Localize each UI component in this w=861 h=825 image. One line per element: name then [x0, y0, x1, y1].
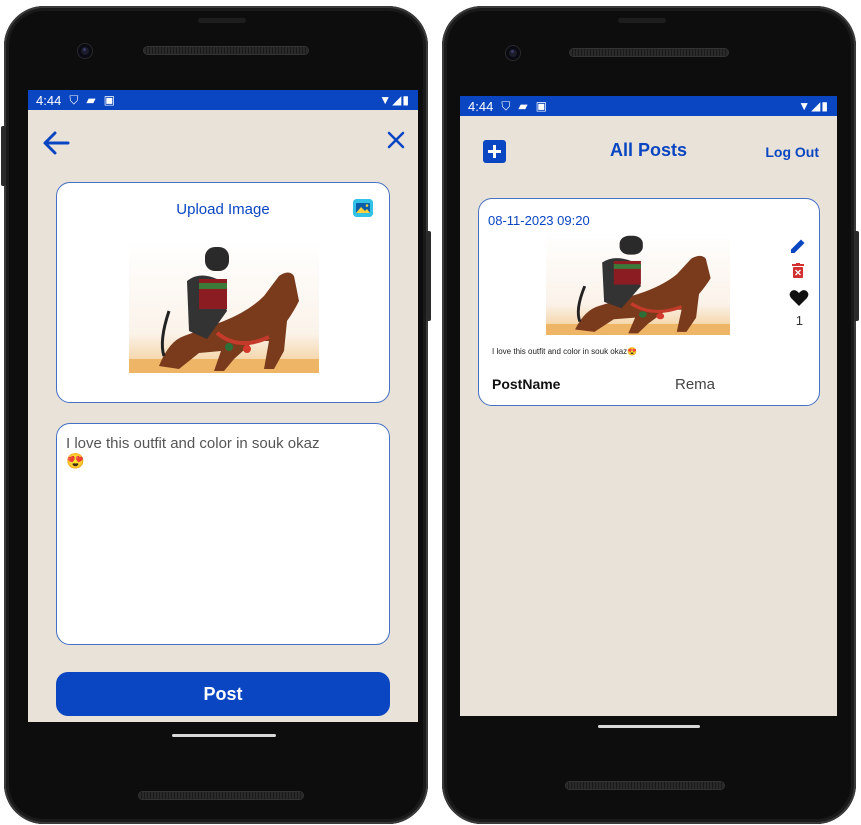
all-posts-screen: 4:44 ⛉ ▰ ▣ ▼◢▮ All Posts Log Out 08-11-2…	[460, 96, 837, 716]
status-time: 4:44	[36, 92, 62, 108]
caption-input[interactable]: I love this outfit and color in souk oka…	[56, 423, 390, 645]
post-image	[546, 231, 730, 335]
status-bar: 4:44 ⛉ ▰ ▣ ▼◢▮	[460, 96, 837, 116]
signal-battery-icon: ▼◢▮	[798, 99, 829, 113]
image-status-icon: ▣	[103, 93, 115, 107]
caption-emoji: 😍	[66, 453, 85, 470]
earpiece-speaker	[570, 49, 728, 56]
bottom-speaker	[566, 782, 724, 789]
create-post-screen: 4:44 ⛉ ▰ ▣ ▼◢▮ Upload Image I love this …	[28, 90, 418, 722]
upload-image-card[interactable]: Upload Image	[56, 182, 390, 403]
edit-icon[interactable]	[789, 237, 807, 255]
heart-icon[interactable]	[789, 289, 809, 307]
upload-image-title: Upload Image	[176, 201, 270, 218]
logout-button[interactable]: Log Out	[765, 144, 819, 160]
close-icon[interactable]	[386, 130, 406, 150]
home-indicator[interactable]	[598, 725, 700, 728]
post-date: 08-11-2023 09:20	[488, 213, 590, 228]
arrow-left-icon[interactable]	[41, 130, 71, 156]
bottom-speaker	[139, 792, 303, 799]
top-slot	[198, 18, 246, 23]
sd-card-status-icon: ▰	[86, 93, 96, 107]
post-name-label: PostName	[492, 376, 561, 392]
front-camera	[78, 44, 92, 58]
sd-card-status-icon: ▰	[518, 99, 528, 113]
side-button	[854, 231, 859, 321]
status-time: 4:44	[468, 98, 494, 114]
gallery-icon[interactable]	[353, 199, 373, 217]
side-button	[1, 126, 6, 186]
shield-status-icon: ⛉	[501, 98, 511, 113]
signal-battery-icon: ▼◢▮	[379, 93, 410, 107]
side-button	[426, 231, 431, 321]
caption-text: I love this outfit and color in souk oka…	[66, 435, 320, 452]
uploaded-image	[129, 241, 319, 373]
delete-icon[interactable]	[792, 263, 804, 278]
post-card[interactable]: 08-11-2023 09:20 1 I love this outfit an…	[478, 198, 820, 406]
like-count: 1	[795, 313, 803, 328]
post-name-value: Rema	[675, 376, 716, 393]
post-button[interactable]: Post	[56, 672, 390, 716]
home-indicator[interactable]	[172, 734, 276, 737]
shield-status-icon: ⛉	[69, 92, 79, 107]
top-slot	[618, 18, 666, 23]
post-caption: I love this outfit and color in souk oka…	[492, 347, 638, 356]
front-camera	[506, 46, 520, 60]
earpiece-speaker	[144, 47, 308, 54]
image-status-icon: ▣	[535, 99, 547, 113]
status-bar: 4:44 ⛉ ▰ ▣ ▼◢▮	[28, 90, 418, 110]
